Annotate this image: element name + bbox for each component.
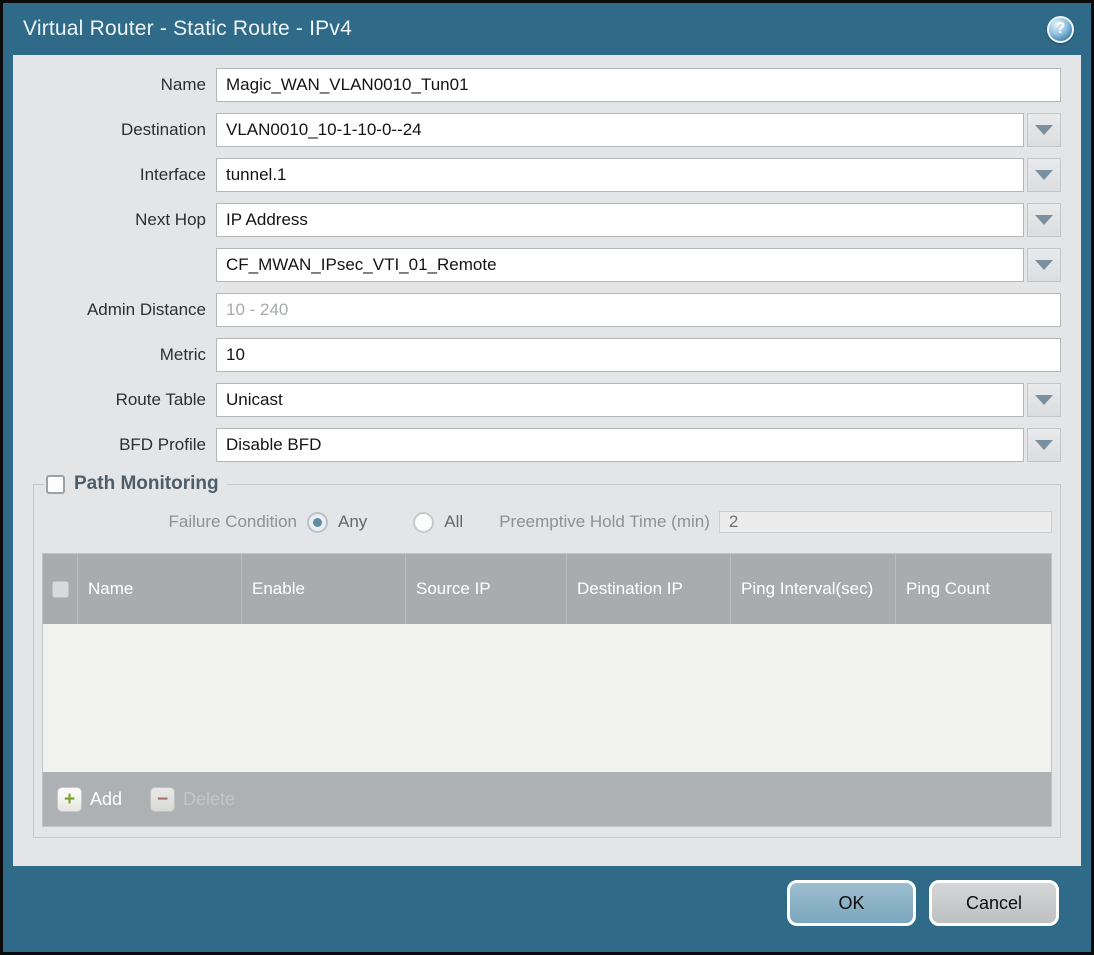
chevron-down-icon — [1035, 260, 1053, 270]
interface-dropdown-button[interactable] — [1027, 158, 1061, 192]
metric-label: Metric — [159, 345, 206, 364]
table-header-ping-count: Ping Count — [906, 578, 991, 598]
name-label: Name — [160, 75, 206, 94]
failure-condition-all-radio[interactable] — [413, 511, 435, 533]
interface-row: Interface — [13, 158, 1081, 192]
table-header-ping-interval: Ping Interval(sec) — [731, 554, 896, 624]
next-hop-dropdown-button[interactable] — [1027, 203, 1061, 237]
metric-input[interactable] — [216, 338, 1061, 372]
chevron-down-icon — [1035, 395, 1053, 405]
table-footer: + Add − Delete — [43, 772, 1051, 826]
route-table-row: Route Table — [13, 383, 1081, 417]
minus-icon: − — [150, 786, 176, 812]
admin-distance-input[interactable] — [216, 293, 1061, 327]
help-icon[interactable]: ? — [1047, 15, 1074, 43]
route-table-label: Route Table — [115, 390, 206, 409]
select-all-checkbox[interactable] — [51, 580, 69, 598]
chevron-down-icon — [1035, 125, 1053, 135]
failure-condition-any-label[interactable]: Any — [338, 512, 367, 532]
interface-label: Interface — [139, 165, 206, 184]
path-monitoring-table: Name Enable Source IP Destination IP Pin… — [42, 553, 1052, 827]
destination-label: Destination — [120, 120, 206, 139]
ok-button[interactable]: OK — [787, 880, 916, 926]
chevron-down-icon — [1035, 440, 1053, 450]
chevron-down-icon — [1035, 215, 1053, 225]
bfd-profile-dropdown-button[interactable] — [1027, 428, 1061, 462]
path-monitoring-controls: Failure Condition Any All Preemptive Hol… — [42, 511, 1052, 533]
next-hop-type-input[interactable] — [216, 203, 1024, 237]
path-monitoring-legend: Path Monitoring — [44, 473, 227, 495]
failure-condition-all-label[interactable]: All — [444, 512, 463, 532]
route-table-input[interactable] — [216, 383, 1024, 417]
table-header-row: Name Enable Source IP Destination IP Pin… — [43, 554, 1051, 624]
metric-row: Metric — [13, 338, 1081, 372]
preemptive-hold-time-input[interactable] — [718, 511, 1052, 533]
dialog-title: Virtual Router - Static Route - IPv4 — [23, 17, 352, 40]
failure-condition-any-radio[interactable] — [307, 511, 328, 533]
preemptive-hold-time-label: Preemptive Hold Time (min) — [499, 512, 710, 531]
table-header-select-all — [43, 554, 78, 624]
table-header-source-ip: Source IP — [406, 554, 567, 624]
plus-icon: + — [57, 786, 82, 812]
next-hop-row: Next Hop — [13, 203, 1081, 237]
chevron-down-icon — [1035, 170, 1053, 180]
add-button-label: Add — [90, 788, 123, 809]
table-header-enable: Enable — [242, 554, 406, 624]
destination-input[interactable] — [216, 113, 1024, 147]
bfd-profile-input[interactable] — [216, 428, 1024, 462]
next-hop-address-row — [13, 248, 1081, 282]
path-monitoring-checkbox[interactable] — [46, 474, 65, 494]
dialog-footer: OK Cancel — [3, 866, 1091, 952]
path-monitoring-title: Path Monitoring — [74, 473, 219, 494]
failure-condition-label: Failure Condition — [168, 512, 297, 531]
bfd-profile-label: BFD Profile — [119, 435, 206, 454]
delete-button-label: Delete — [183, 788, 236, 809]
next-hop-address-dropdown-button[interactable] — [1027, 248, 1061, 282]
table-body-empty — [43, 624, 1051, 772]
delete-button[interactable]: − Delete — [150, 786, 236, 812]
cancel-button[interactable]: Cancel — [929, 880, 1059, 926]
admin-distance-label: Admin Distance — [86, 300, 206, 319]
dialog-titlebar: Virtual Router - Static Route - IPv4 ? — [3, 3, 1091, 55]
table-header-destination-ip: Destination IP — [567, 554, 731, 624]
destination-dropdown-button[interactable] — [1027, 113, 1061, 147]
bfd-profile-row: BFD Profile — [13, 428, 1081, 462]
next-hop-label: Next Hop — [135, 210, 206, 229]
table-header-name: Name — [78, 554, 242, 624]
next-hop-address-input[interactable] — [216, 248, 1024, 282]
path-monitoring-section: Path Monitoring Failure Condition Any Al… — [33, 473, 1061, 838]
static-route-dialog: Virtual Router - Static Route - IPv4 ? N… — [0, 0, 1094, 955]
destination-row: Destination — [13, 113, 1081, 147]
name-input[interactable] — [216, 68, 1061, 102]
name-row: Name — [13, 68, 1081, 102]
admin-distance-row: Admin Distance — [13, 293, 1081, 327]
interface-input[interactable] — [216, 158, 1024, 192]
failure-condition-radio-group: Any All — [307, 511, 499, 533]
route-table-dropdown-button[interactable] — [1027, 383, 1061, 417]
dialog-content: Name Destination Interface Next Hop — [13, 55, 1081, 866]
add-button[interactable]: + Add — [57, 786, 123, 812]
